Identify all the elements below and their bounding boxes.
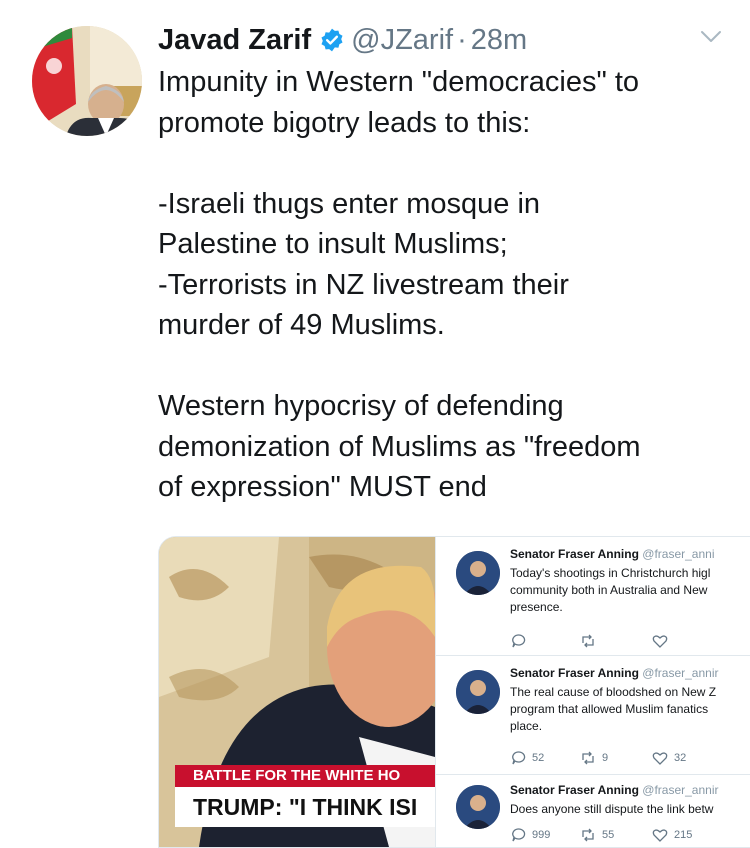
embedded-handle: @fraser_annir	[642, 666, 719, 680]
like-icon	[652, 752, 668, 765]
embedded-name: Senator Fraser Anning	[510, 547, 639, 561]
reply-count: 52	[510, 750, 544, 766]
embedded-actions	[510, 633, 740, 651]
embedded-handle: @fraser_annir	[642, 783, 719, 797]
embedded-actions: 999 55 215	[510, 827, 740, 845]
embedded-avatar	[456, 551, 500, 595]
media-photo-left[interactable]: BATTLE FOR THE WHITE HO TRUMP: "I THINK …	[159, 537, 435, 847]
tweet-line: of expression" MUST end	[158, 471, 487, 503]
embedded-line: place.	[510, 719, 543, 733]
embedded-line: presence.	[510, 600, 563, 614]
retweet-icon	[580, 633, 602, 649]
tweet-line: Palestine to insult Muslims;	[158, 228, 508, 260]
tweet-media[interactable]: BATTLE FOR THE WHITE HO TRUMP: "I THINK …	[158, 536, 750, 848]
embedded-name: Senator Fraser Anning	[510, 666, 639, 680]
author-avatar[interactable]	[32, 26, 142, 136]
tweet-time[interactable]: 28m	[471, 24, 527, 57]
like-icon	[652, 633, 674, 649]
embedded-tweet[interactable]: Senator Fraser Anning @fraser_annir Does…	[436, 775, 750, 847]
tweet-line: Impunity in Western "democracies" to	[158, 66, 640, 98]
reply-icon	[512, 751, 526, 765]
tweet-line: demonization of Muslims as "freedom	[158, 430, 641, 463]
embedded-avatar	[456, 785, 500, 829]
embedded-text: The real cause of bloodshed on New Z pro…	[510, 684, 750, 735]
chevron-down-icon[interactable]	[700, 30, 722, 44]
embedded-author: Senator Fraser Anning @fraser_annir	[510, 666, 718, 680]
embedded-text: Does anyone still dispute the link betw	[510, 801, 750, 818]
embedded-author: Senator Fraser Anning @fraser_anni	[510, 547, 714, 561]
tweet-line: -Israeli thugs enter mosque in	[158, 187, 541, 220]
avatar-image	[32, 26, 142, 136]
reply-icon	[512, 828, 526, 842]
tweet-header: Javad Zarif @JZarif · 28m	[158, 18, 730, 62]
embedded-line: Today's shootings in Christchurch higl	[510, 566, 711, 580]
embedded-tweet[interactable]: Senator Fraser Anning @fraser_annir The …	[436, 656, 750, 774]
like-icon	[652, 829, 668, 842]
time-separator: ·	[457, 23, 467, 56]
retweet-count: 55	[580, 827, 614, 843]
embedded-author: Senator Fraser Anning @fraser_annir	[510, 783, 718, 797]
author-handle[interactable]: @JZarif	[351, 24, 453, 57]
like-count: 32	[652, 750, 686, 766]
reply-count: 999	[510, 827, 550, 843]
embedded-handle: @fraser_anni	[642, 547, 715, 561]
verified-badge-icon	[319, 27, 345, 53]
embedded-line: community both in Australia and New	[510, 583, 708, 597]
embedded-name: Senator Fraser Anning	[510, 783, 639, 797]
embedded-line: Does anyone still dispute the link betw	[510, 802, 714, 816]
news-banner-top: BATTLE FOR THE WHITE HO	[175, 765, 435, 787]
tweet-body: Impunity in Western "democracies" to pro…	[158, 62, 728, 508]
media-screenshot-right[interactable]: Senator Fraser Anning @fraser_anni Today…	[435, 537, 750, 847]
author-name[interactable]: Javad Zarif	[158, 24, 311, 57]
embedded-avatar	[456, 670, 500, 714]
retweet-count: 9	[580, 750, 608, 766]
retweet-icon	[582, 751, 594, 765]
reply-icon	[510, 633, 532, 649]
embedded-tweet[interactable]: Senator Fraser Anning @fraser_anni Today…	[436, 537, 750, 655]
news-banner-bottom: TRUMP: "I THINK ISI	[175, 787, 435, 827]
tweet-line: -Terrorists in NZ livestream their	[158, 268, 569, 301]
embedded-text: Today's shootings in Christchurch higl c…	[510, 565, 750, 616]
tweet-line: promote bigotry leads to this:	[158, 106, 531, 139]
embedded-actions: 52 9 32	[510, 750, 740, 768]
retweet-icon	[582, 828, 594, 842]
tweet-line: Western hypocrisy of defending	[158, 390, 564, 422]
tweet-line: murder of 49 Muslims.	[158, 309, 445, 341]
embedded-line: The real cause of bloodshed on New Z	[510, 685, 717, 699]
embedded-line: program that allowed Muslim fanatics	[510, 702, 709, 716]
like-count: 215	[652, 827, 692, 843]
